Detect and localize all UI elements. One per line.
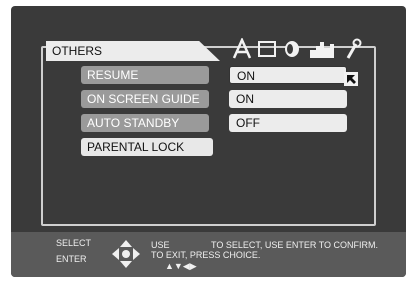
tab-icons (222, 38, 382, 62)
footer-select-label: SELECT (56, 238, 92, 248)
option-value[interactable]: ON (229, 66, 347, 84)
castle-icon[interactable] (308, 38, 336, 60)
footer-exit-text: TO EXIT, PRESS CHOICE. (151, 250, 261, 260)
footer-help: SELECT ENTER USE TO EXIT, PRESS CHOICE. … (11, 232, 406, 277)
option-row-resume[interactable]: RESUME ON (61, 66, 371, 86)
speaker-icon[interactable] (282, 38, 302, 60)
tab-others[interactable]: OTHERS (46, 41, 220, 61)
footer-instruction: TO SELECT, USE ENTER TO CONFIRM. (211, 240, 379, 250)
footer-enter-label: ENTER (56, 254, 87, 264)
menu-tab-bar: OTHERS (46, 38, 362, 61)
text-a-icon[interactable] (232, 38, 252, 60)
cursor-arrow-icon (344, 72, 358, 86)
footer-arrows: ▲▼◀▶ (165, 261, 197, 271)
joystick-icon (112, 240, 140, 268)
option-label: RESUME (81, 66, 209, 84)
option-row-auto-standby[interactable]: AUTO STANDBY OFF (61, 114, 371, 134)
wrench-icon[interactable] (344, 38, 362, 60)
options-list: RESUME ON ON SCREEN GUIDE ON AUTO STANDB… (61, 66, 371, 162)
option-row-on-screen-guide[interactable]: ON SCREEN GUIDE ON (61, 90, 371, 110)
osd-screen: OTHERS RESUME ON ON SCREEN GUIDE ON AUTO… (11, 6, 406, 277)
option-label[interactable]: PARENTAL LOCK (81, 138, 213, 156)
option-label: ON SCREEN GUIDE (81, 90, 209, 108)
option-value[interactable]: ON (229, 90, 347, 108)
option-label: AUTO STANDBY (81, 114, 209, 132)
footer-use-label: USE (151, 240, 170, 250)
monitor-icon[interactable] (257, 38, 277, 60)
option-row-parental-lock[interactable]: PARENTAL LOCK (61, 138, 371, 158)
option-value[interactable]: OFF (229, 114, 347, 132)
